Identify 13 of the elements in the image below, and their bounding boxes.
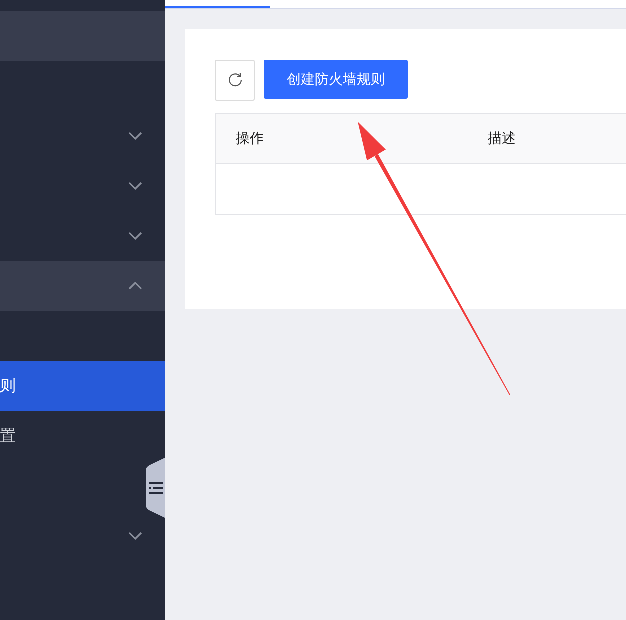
chevron-down-icon[interactable] xyxy=(128,532,143,540)
sidebar-item[interactable]: 置 xyxy=(0,426,16,446)
chevron-down-icon[interactable] xyxy=(128,182,143,190)
column-header: 操作 xyxy=(236,130,264,148)
sidebar-toggle-button[interactable] xyxy=(146,458,165,518)
create-rule-button[interactable]: 创建防火墙规则 xyxy=(264,60,408,99)
chevron-down-icon[interactable] xyxy=(128,232,143,240)
chevron-down-icon[interactable] xyxy=(128,132,143,140)
refresh-button[interactable] xyxy=(215,60,255,101)
sidebar-item[interactable]: 则 xyxy=(0,361,165,411)
list-icon xyxy=(149,482,163,494)
column-header: 描述 xyxy=(488,130,516,148)
refresh-icon xyxy=(226,72,244,89)
